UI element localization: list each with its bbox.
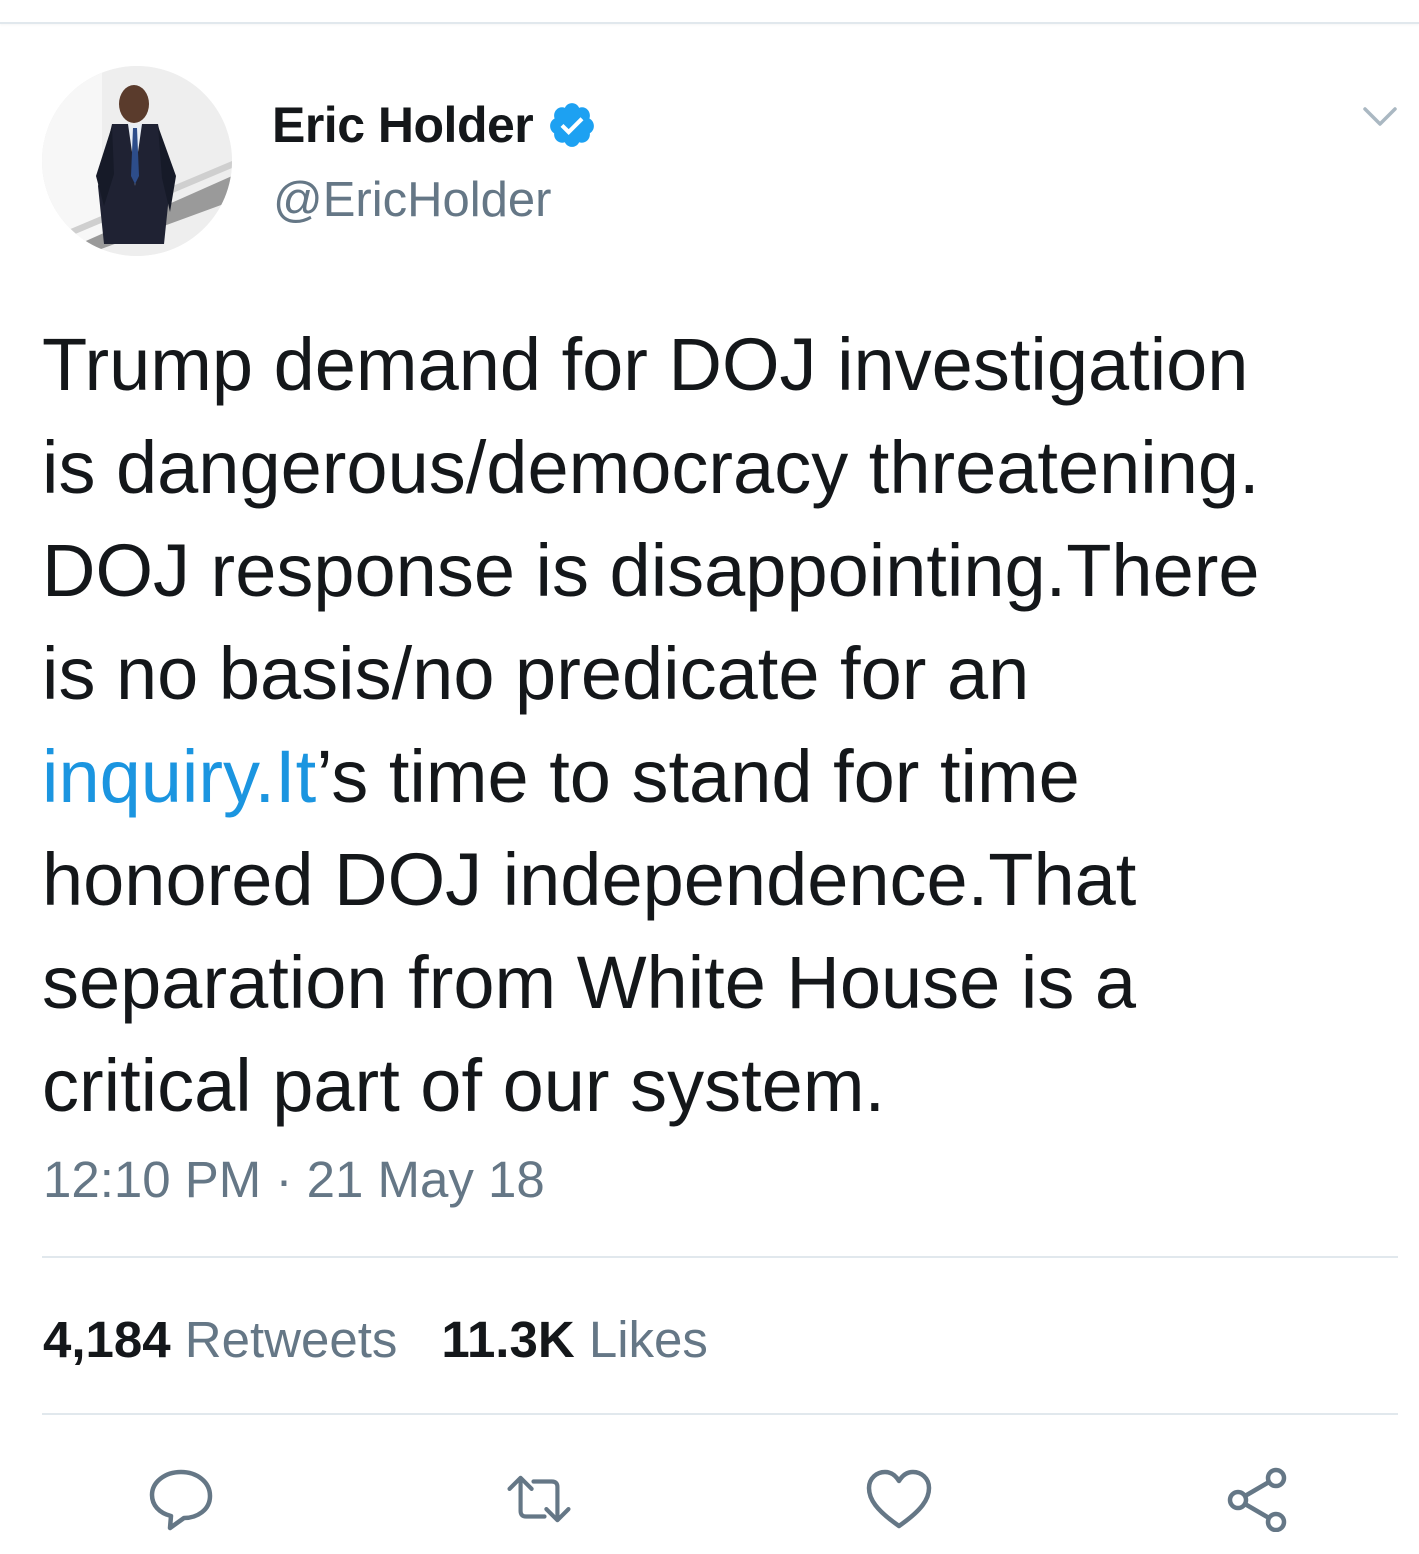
share-icon[interactable] bbox=[1224, 1466, 1294, 1532]
author-name[interactable]: Eric Holder bbox=[272, 96, 534, 154]
chevron-down-icon[interactable] bbox=[1362, 104, 1398, 130]
like-icon[interactable] bbox=[864, 1466, 934, 1532]
tweet-text-line: is dangerous/democracy threatening. bbox=[42, 426, 1260, 509]
avatar-photo bbox=[42, 66, 232, 256]
tweet-text: Trump demand for DOJ investigation is da… bbox=[42, 313, 1402, 1137]
tweet-text-line: separation from White House is a bbox=[42, 941, 1137, 1024]
author-handle[interactable]: @EricHolder bbox=[273, 172, 551, 228]
tweet-text-line: is no basis/no predicate for an bbox=[42, 632, 1030, 715]
author-name-row[interactable]: Eric Holder bbox=[272, 96, 597, 154]
top-divider bbox=[0, 0, 1419, 24]
likes-count: 11.3K bbox=[441, 1311, 575, 1368]
tweet-timestamp[interactable]: 12:10 PM · 21 May 18 bbox=[43, 1150, 545, 1209]
likes-stat[interactable]: 11.3K Likes bbox=[441, 1310, 708, 1369]
retweets-count: 4,184 bbox=[43, 1311, 171, 1368]
verified-badge-icon bbox=[550, 103, 595, 147]
tweet-text-line: Trump demand for DOJ investigation bbox=[42, 323, 1249, 406]
divider bbox=[42, 1256, 1398, 1258]
tweet-text-line: DOJ response is disappointing.There bbox=[42, 529, 1260, 612]
likes-label: Likes bbox=[588, 1311, 708, 1368]
divider bbox=[42, 1413, 1398, 1415]
tweet-text-line: critical part of our system. bbox=[42, 1044, 886, 1127]
avatar[interactable] bbox=[42, 66, 232, 256]
tweet-text-line: honored DOJ independence.That bbox=[42, 838, 1137, 921]
retweet-icon[interactable] bbox=[504, 1466, 574, 1532]
retweets-stat[interactable]: 4,184 Retweets bbox=[43, 1310, 397, 1369]
tweet-text-line: inquiry.It’s time to stand for time bbox=[42, 735, 1080, 818]
reply-icon[interactable] bbox=[146, 1466, 216, 1532]
retweets-label: Retweets bbox=[184, 1311, 398, 1368]
tweet-link[interactable]: inquiry.It bbox=[42, 735, 316, 818]
engagement-stats: 4,184 Retweets 11.3K Likes bbox=[43, 1310, 708, 1369]
